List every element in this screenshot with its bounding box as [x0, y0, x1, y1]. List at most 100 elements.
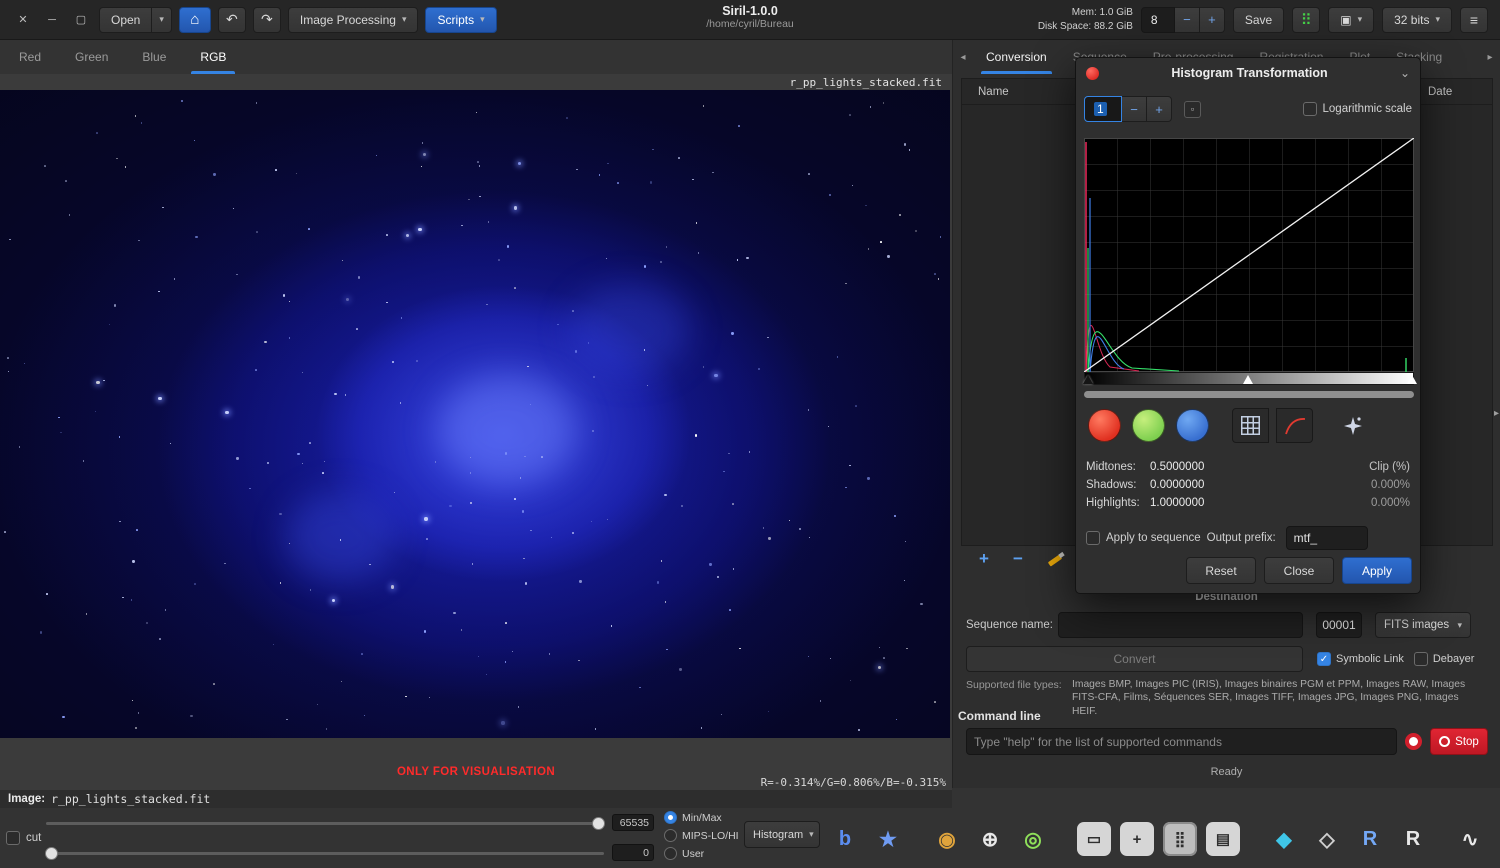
- apply-to-sequence-checkbox[interactable]: [1086, 531, 1100, 545]
- dock-target-icon[interactable]: ◎: [1016, 822, 1050, 856]
- image-canvas[interactable]: [0, 90, 950, 738]
- dock-peaks-icon[interactable]: ∿: [1453, 822, 1487, 856]
- snapshot-button[interactable]: ⠿: [1292, 7, 1320, 33]
- dialog-header[interactable]: Histogram Transformation ⌄: [1076, 58, 1420, 88]
- output-format-dropdown[interactable]: FITS images▾: [1375, 612, 1471, 638]
- debayer-option[interactable]: Debayer: [1414, 652, 1475, 666]
- tab-green[interactable]: Green: [58, 40, 125, 74]
- open-button[interactable]: Open: [99, 7, 152, 33]
- auto-stretch-button[interactable]: [1334, 408, 1371, 443]
- dock-galaxy-icon[interactable]: ◉: [930, 822, 964, 856]
- shadows-marker[interactable]: [1083, 375, 1093, 384]
- scrollbar-thumb[interactable]: [1084, 391, 1414, 398]
- dock-gem-outline-icon[interactable]: ◇: [1310, 822, 1344, 856]
- threads-value[interactable]: 8: [1141, 7, 1175, 33]
- close-button[interactable]: Close: [1264, 557, 1334, 584]
- open-dropdown-button[interactable]: ▾: [152, 7, 172, 33]
- minmax-radio[interactable]: [664, 811, 677, 824]
- stop-button[interactable]: Stop: [1430, 728, 1488, 755]
- output-prefix-input[interactable]: [1286, 526, 1368, 550]
- undo-button[interactable]: ↶: [218, 7, 246, 33]
- panel-collapse-icon[interactable]: ▸: [1494, 408, 1499, 419]
- grid-toggle-button[interactable]: [1232, 408, 1269, 443]
- sequence-name-input[interactable]: [1058, 612, 1303, 638]
- reset-button[interactable]: Reset: [1186, 557, 1256, 584]
- highlights-marker[interactable]: [1407, 375, 1417, 384]
- debayer-checkbox[interactable]: [1414, 652, 1428, 666]
- highlights-value[interactable]: 1.0000000: [1150, 497, 1204, 509]
- green-channel-toggle[interactable]: [1132, 409, 1165, 442]
- user-radio[interactable]: [664, 847, 677, 860]
- dock-app-b-icon[interactable]: b: [828, 822, 862, 856]
- minimize-icon[interactable]: ─: [41, 14, 63, 26]
- maximize-icon[interactable]: ▢: [70, 13, 92, 26]
- histogram-plot[interactable]: [1084, 138, 1414, 372]
- image-export-button[interactable]: ▣▾: [1328, 7, 1374, 33]
- tab-blue[interactable]: Blue: [125, 40, 183, 74]
- close-icon[interactable]: ✕: [12, 13, 34, 26]
- dock-window-a-icon[interactable]: ▭: [1077, 822, 1111, 856]
- dock-window-one-icon[interactable]: ▤: [1206, 822, 1240, 856]
- hamburger-menu-button[interactable]: ≡: [1460, 7, 1488, 33]
- midtones-value[interactable]: 0.5000000: [1150, 461, 1204, 473]
- display-mode-dropdown[interactable]: Histogram▾: [744, 821, 820, 848]
- histogram-scrollbar[interactable]: [1084, 391, 1414, 398]
- blue-channel-toggle[interactable]: [1176, 409, 1209, 442]
- zoom-reset-button[interactable]: ▫: [1184, 101, 1201, 118]
- cut-option[interactable]: cut: [6, 831, 41, 845]
- chevron-down-icon[interactable]: ⌄: [1400, 66, 1410, 80]
- apply-button[interactable]: Apply: [1342, 557, 1412, 584]
- help-lifebuoy-icon[interactable]: [1405, 733, 1422, 750]
- threads-increment-button[interactable]: +: [1200, 7, 1225, 33]
- zoom-decrement-button[interactable]: −: [1122, 96, 1147, 122]
- zoom-value[interactable]: 1: [1084, 96, 1122, 122]
- dock-window-grid-icon[interactable]: ⣿: [1163, 822, 1197, 856]
- dock-window-b-icon[interactable]: +: [1120, 822, 1154, 856]
- high-slider-handle[interactable]: [592, 817, 605, 830]
- scale-option-minmax[interactable]: Min/Max: [664, 811, 722, 824]
- high-level-slider[interactable]: [46, 822, 604, 825]
- low-level-value[interactable]: 0: [612, 844, 654, 861]
- dock-r-white-icon[interactable]: R: [1396, 822, 1430, 856]
- command-input[interactable]: [966, 728, 1397, 755]
- threads-decrement-button[interactable]: −: [1175, 7, 1200, 33]
- tabs-scroll-left-icon[interactable]: ◂: [953, 40, 973, 74]
- low-level-slider[interactable]: [46, 852, 604, 855]
- image-viewport[interactable]: r_pp_lights_stacked.fit ONLY FOR VISUALI…: [0, 74, 952, 790]
- dock-gem-cyan-icon[interactable]: ◆: [1267, 822, 1301, 856]
- high-level-value[interactable]: 65535: [612, 814, 654, 831]
- zoom-increment-button[interactable]: +: [1147, 96, 1172, 122]
- tab-rgb[interactable]: RGB: [183, 40, 243, 74]
- tab-conversion[interactable]: Conversion: [973, 40, 1060, 74]
- shadows-value[interactable]: 0.0000000: [1150, 479, 1204, 491]
- start-index-input[interactable]: [1316, 612, 1362, 638]
- dock-r-blue-icon[interactable]: R: [1353, 822, 1387, 856]
- remove-files-button[interactable]: −: [1013, 549, 1023, 569]
- symbolic-link-checkbox[interactable]: ✓: [1317, 652, 1331, 666]
- convert-button[interactable]: Convert: [966, 646, 1303, 672]
- clear-list-button[interactable]: [1047, 550, 1065, 568]
- redo-button[interactable]: ↷: [253, 7, 281, 33]
- bitdepth-dropdown[interactable]: 32 bits▾: [1382, 7, 1452, 33]
- tab-red[interactable]: Red: [2, 40, 58, 74]
- image-processing-menu-button[interactable]: Image Processing▾: [288, 7, 419, 33]
- scripts-menu-button[interactable]: Scripts▾: [425, 7, 496, 33]
- curve-toggle-button[interactable]: [1276, 408, 1313, 443]
- scale-option-user[interactable]: User: [664, 847, 704, 860]
- cut-checkbox[interactable]: [6, 831, 20, 845]
- name-column-header[interactable]: Name: [962, 86, 1009, 98]
- low-slider-handle[interactable]: [45, 847, 58, 860]
- red-channel-toggle[interactable]: [1088, 409, 1121, 442]
- midtones-marker[interactable]: [1243, 375, 1253, 384]
- add-files-button[interactable]: +: [979, 549, 989, 569]
- logarithmic-scale-option[interactable]: Logarithmic scale: [1303, 102, 1412, 116]
- logarithmic-scale-checkbox[interactable]: [1303, 102, 1317, 116]
- tabs-scroll-right-icon[interactable]: ▸: [1480, 40, 1500, 74]
- date-column-header[interactable]: Date: [1428, 86, 1492, 98]
- symbolic-link-option[interactable]: ✓ Symbolic Link: [1317, 652, 1404, 666]
- dock-star-icon[interactable]: ★: [871, 822, 905, 856]
- mips-radio[interactable]: [664, 829, 677, 842]
- home-button[interactable]: ⌂: [179, 7, 211, 33]
- scale-option-mips[interactable]: MIPS-LO/HI: [664, 829, 739, 842]
- save-button[interactable]: Save: [1233, 7, 1284, 33]
